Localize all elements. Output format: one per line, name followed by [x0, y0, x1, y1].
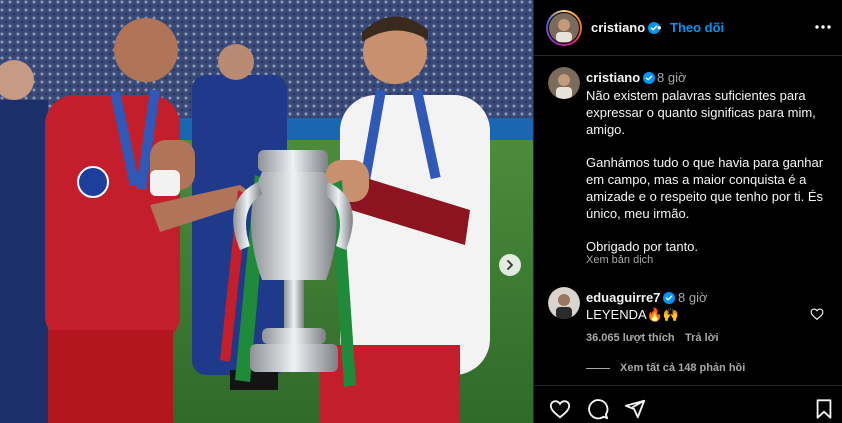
comment-avatar-photo [548, 287, 580, 319]
comment-text: LEYENDA🔥🙌 [586, 307, 680, 322]
avatar-photo [549, 13, 579, 43]
heart-icon[interactable] [549, 398, 571, 420]
header-separator: • [657, 20, 662, 35]
view-replies-link[interactable]: Xem tất cả 148 phản hồi [586, 362, 745, 374]
caption-paragraph: Obrigado por tanto. [586, 239, 699, 254]
caption-paragraph: Não existem palavras suficientes para ex… [586, 88, 816, 137]
header-username[interactable]: cristiano [591, 20, 661, 35]
send-icon[interactable] [624, 398, 646, 420]
comment-like-heart-icon[interactable] [810, 307, 824, 321]
comment-icon[interactable] [587, 398, 609, 420]
more-horizontal-icon[interactable] [813, 17, 833, 37]
caption-text: Não existem palavras suficientes para ex… [586, 87, 826, 255]
caption-paragraph: Ganhámos tudo o que havia para ganhar em… [586, 155, 824, 221]
replies-divider [586, 367, 610, 369]
verified-badge-icon [643, 72, 656, 84]
caption-username-text: cristiano [586, 70, 641, 85]
view-replies-text: Xem tất cả 148 phản hồi [620, 362, 746, 374]
caption-timestamp: 8 giờ [657, 70, 687, 85]
story-ring[interactable] [546, 10, 582, 46]
verified-badge-icon [663, 292, 676, 304]
carousel-next-button[interactable] [499, 254, 521, 276]
comment-username-text: eduaguirre7 [586, 290, 661, 305]
header-username-text: cristiano [591, 20, 646, 35]
comment-username[interactable]: eduaguirre7 [586, 290, 676, 305]
post-photo-illustration [0, 0, 533, 423]
follow-button[interactable]: Theo dõi [670, 20, 724, 35]
caption-avatar-photo [548, 67, 580, 99]
post-side-panel: cristiano • Theo dõi cristiano 8 giờ Não… [533, 0, 842, 423]
chevron-right-icon [507, 260, 513, 270]
bookmark-icon[interactable] [813, 398, 835, 420]
reply-button[interactable]: Trả lời [685, 332, 719, 344]
see-translation-link[interactable]: Xem bản dịch [586, 254, 653, 266]
comment-avatar[interactable] [548, 287, 580, 319]
post-image[interactable] [0, 0, 533, 423]
avatar [548, 12, 580, 44]
action-bar [534, 385, 842, 423]
comment-timestamp: 8 giờ [678, 290, 708, 305]
post-header: cristiano • Theo dõi [534, 0, 842, 56]
comment-likes-count[interactable]: 36.065 lượt thích [586, 332, 675, 344]
caption-avatar[interactable] [548, 67, 580, 99]
caption-username[interactable]: cristiano [586, 70, 656, 85]
